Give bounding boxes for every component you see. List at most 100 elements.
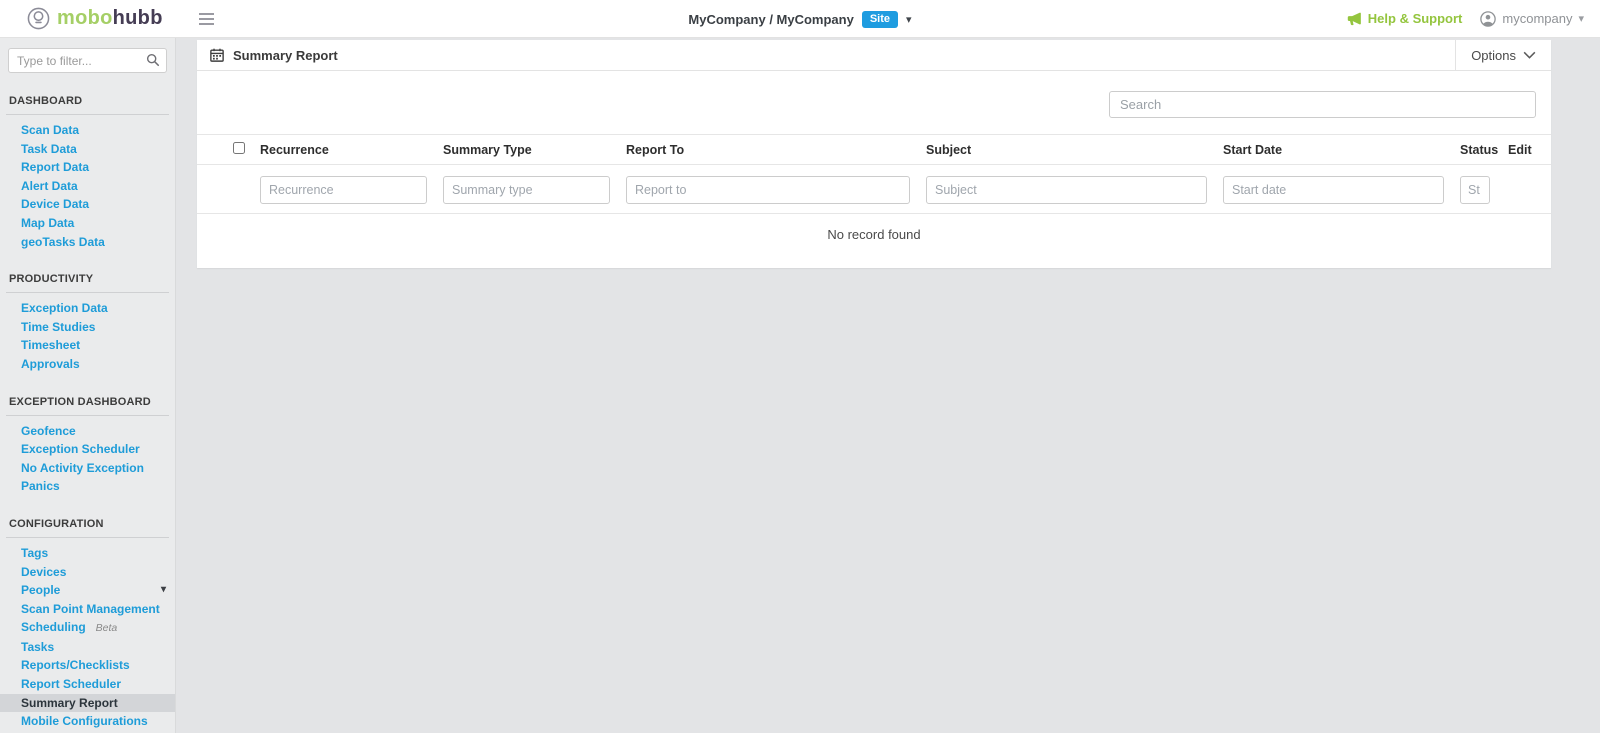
sidebar-item-panics[interactable]: Panics xyxy=(0,477,175,496)
filter-cell xyxy=(443,165,626,214)
sidebar-item-tags[interactable]: Tags xyxy=(0,544,175,563)
sidebar-item-label: Tags xyxy=(21,546,48,560)
chevron-down-icon xyxy=(1523,51,1536,59)
filter-cell xyxy=(926,165,1223,214)
user-caret-down-icon: ▾ xyxy=(1578,12,1584,25)
sidebar-item-label: Alert Data xyxy=(21,179,78,193)
company-caret-down-icon[interactable]: ▾ xyxy=(906,13,912,26)
filter-cell xyxy=(260,165,443,214)
logo-text-primary: mobo xyxy=(57,7,113,29)
options-button[interactable]: Options xyxy=(1455,40,1551,70)
sidebar-item-reports-checklists[interactable]: Reports/Checklists xyxy=(0,656,175,675)
filter-cell xyxy=(197,165,260,214)
sidebar-item-devices[interactable]: Devices xyxy=(0,563,175,582)
sidebar-item-report-scheduler[interactable]: Report Scheduler xyxy=(0,675,175,694)
sidebar-item-approvals[interactable]: Approvals xyxy=(0,355,175,374)
sidebar-item-label: Mobile Configurations xyxy=(21,714,148,728)
sidebar-section-title: DASHBOARD xyxy=(9,95,166,107)
select-all-header-cell xyxy=(197,135,260,165)
summary-report-panel: Summary Report Options RecurrenceSummary… xyxy=(197,40,1551,268)
sidebar-item-timesheet[interactable]: Timesheet xyxy=(0,336,175,355)
sidebar-item-device-data[interactable]: Device Data xyxy=(0,195,175,214)
sidebar-item-exception-data[interactable]: Exception Data xyxy=(0,299,175,318)
sidebar-item-label: Timesheet xyxy=(21,338,80,352)
filter-input-start-date[interactable] xyxy=(1223,176,1444,204)
sidebar-item-label: Tasks xyxy=(21,640,54,654)
filter-input-summary-type[interactable] xyxy=(443,176,610,204)
sidebar-item-label: People xyxy=(21,583,60,597)
sidebar-item-alert-data[interactable]: Alert Data xyxy=(0,177,175,196)
sidebar-item-time-studies[interactable]: Time Studies xyxy=(0,318,175,337)
help-support-label: Help & Support xyxy=(1368,11,1463,26)
sidebar-item-scan-data[interactable]: Scan Data xyxy=(0,121,175,140)
sidebar: DASHBOARD Scan Data Task Data Report Data Al… xyxy=(0,38,176,733)
column-header-report-to: Report To xyxy=(626,135,926,165)
sidebar-item-label: Devices xyxy=(21,565,66,579)
select-all-checkbox[interactable] xyxy=(233,142,245,154)
sidebar-item-tasks[interactable]: Tasks xyxy=(0,638,175,657)
sidebar-item-exception-scheduler[interactable]: Exception Scheduler xyxy=(0,440,175,459)
sidebar-item-label: Scheduling xyxy=(21,620,86,634)
sidebar-item-people[interactable]: People ▾ xyxy=(0,581,175,600)
filter-input-subject[interactable] xyxy=(926,176,1207,204)
sidebar-nav: DASHBOARD Scan Data Task Data Report Data Al… xyxy=(0,95,175,731)
sidebar-item-label: Task Data xyxy=(21,142,77,156)
table-header-row: RecurrenceSummary TypeReport ToSubjectSt… xyxy=(197,135,1551,165)
panel-title: Summary Report xyxy=(197,48,338,63)
filter-input-report-to[interactable] xyxy=(626,176,910,204)
sidebar-item-report-data[interactable]: Report Data xyxy=(0,158,175,177)
filter-input-recurrence[interactable] xyxy=(260,176,427,204)
sidebar-item-label: Panics xyxy=(21,479,60,493)
sidebar-filter-input[interactable] xyxy=(8,48,167,73)
sidebar-item-label: Report Data xyxy=(21,160,89,174)
panel-header: Summary Report Options xyxy=(197,40,1551,71)
site-badge: Site xyxy=(862,11,898,28)
mobohubb-logo[interactable]: mobohubb xyxy=(27,7,163,30)
sidebar-item-label: Summary Report xyxy=(21,696,118,710)
sidebar-item-label: Exception Scheduler xyxy=(21,442,140,456)
sidebar-item-no-activity-exception[interactable]: No Activity Exception xyxy=(0,459,175,478)
caret-down-icon: ▾ xyxy=(161,581,166,600)
sidebar-item-label: Reports/Checklists xyxy=(21,658,130,672)
mobohubb-logo-icon xyxy=(27,7,50,30)
sidebar-item-label: geoTasks Data xyxy=(21,235,105,249)
logo-text-secondary: hubb xyxy=(113,7,163,29)
filter-cell xyxy=(1223,165,1460,214)
sidebar-item-task-data[interactable]: Task Data xyxy=(0,140,175,159)
sidebar-item-scan-point-management[interactable]: Scan Point Management xyxy=(0,600,175,619)
summary-report-table: RecurrenceSummary TypeReport ToSubjectSt… xyxy=(197,134,1551,255)
sidebar-item-map-data[interactable]: Map Data xyxy=(0,214,175,233)
column-header-subject: Subject xyxy=(926,135,1223,165)
sidebar-item-label: Approvals xyxy=(21,357,80,371)
main-content: Summary Report Options RecurrenceSummary… xyxy=(176,38,1600,733)
column-header-recurrence: Recurrence xyxy=(260,135,443,165)
sidebar-item-mobile-configurations[interactable]: Mobile Configurations xyxy=(0,712,175,731)
sidebar-item-scheduling[interactable]: SchedulingBeta xyxy=(0,618,175,638)
megaphone-icon xyxy=(1347,12,1362,26)
filter-cell xyxy=(626,165,926,214)
company-breadcrumb[interactable]: MyCompany / MyCompany xyxy=(688,12,853,27)
user-menu-label: mycompany xyxy=(1502,11,1572,26)
column-header-edit: Edit xyxy=(1508,135,1551,165)
user-menu[interactable]: mycompany ▾ xyxy=(1480,11,1584,27)
sidebar-toggle-button[interactable] xyxy=(195,6,218,32)
top-header: mobohubb MyCompany / MyCompany Site ▾ He… xyxy=(0,0,1600,38)
empty-state-row: No record found xyxy=(197,214,1551,256)
sidebar-item-label: Exception Data xyxy=(21,301,108,315)
sidebar-item-label: Map Data xyxy=(21,216,74,230)
sidebar-divider xyxy=(6,114,169,115)
panel-title-label: Summary Report xyxy=(233,48,338,63)
empty-message: No record found xyxy=(197,214,1551,256)
sidebar-item-geotasks-data[interactable]: geoTasks Data xyxy=(0,233,175,252)
sidebar-item-geofence[interactable]: Geofence xyxy=(0,422,175,441)
help-support-link[interactable]: Help & Support xyxy=(1347,11,1463,26)
table-search-input[interactable] xyxy=(1109,91,1536,118)
sidebar-item-label: Scan Data xyxy=(21,123,79,137)
options-label: Options xyxy=(1471,48,1516,63)
sidebar-item-summary-report[interactable]: Summary Report xyxy=(0,694,175,713)
filter-input-st[interactable] xyxy=(1460,176,1490,204)
table-filter-row xyxy=(197,165,1551,214)
sidebar-section-title: EXCEPTION DASHBOARD xyxy=(9,396,166,408)
sidebar-item-label: Time Studies xyxy=(21,320,95,334)
column-header-summary-type: Summary Type xyxy=(443,135,626,165)
